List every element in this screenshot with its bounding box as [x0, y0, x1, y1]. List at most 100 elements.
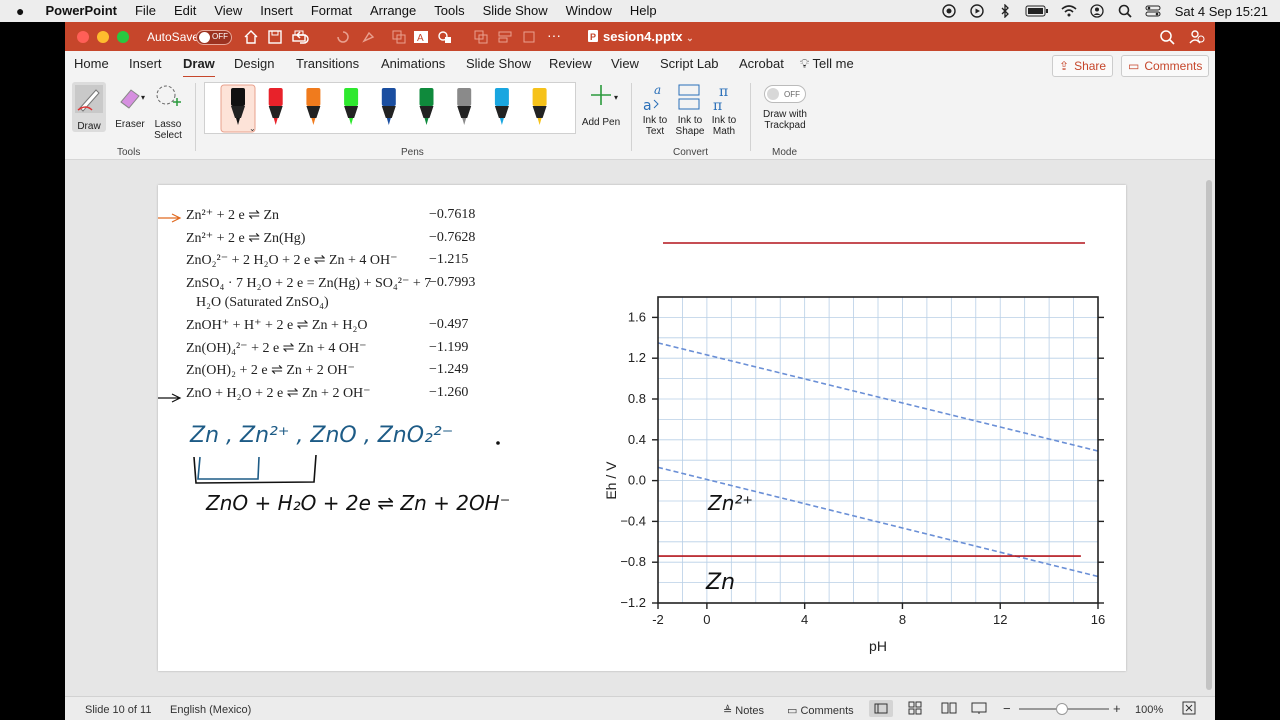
notes-button[interactable]: ≜ Notes: [723, 704, 764, 717]
tab-slide-show[interactable]: Slide Show: [466, 56, 531, 71]
zoom-out-button[interactable]: −: [1003, 701, 1011, 716]
ink-to-text-icon: aa: [643, 83, 661, 114]
tab-transitions[interactable]: Transitions: [296, 56, 359, 71]
redo-icon[interactable]: [335, 29, 351, 45]
play-icon[interactable]: [969, 3, 985, 19]
spotlight-search-icon[interactable]: [1117, 3, 1133, 19]
svg-text:A: A: [417, 33, 424, 44]
pen-swatch-5[interactable]: [419, 88, 434, 125]
zoom-level[interactable]: 100%: [1135, 704, 1163, 716]
language-indicator[interactable]: English (Mexico): [170, 704, 251, 716]
pen-swatch-2[interactable]: [306, 88, 321, 125]
tab-home[interactable]: Home: [74, 56, 109, 71]
rotate-icon[interactable]: [521, 29, 537, 45]
draw-with-trackpad-button[interactable]: OFF Draw with Trackpad: [759, 85, 811, 131]
status-comments-button[interactable]: ▭ Comments: [787, 704, 854, 717]
format-painter-icon[interactable]: [361, 29, 377, 45]
tab-script-lab[interactable]: Script Lab: [660, 56, 719, 71]
trackpad-label-1: Draw with: [763, 109, 807, 120]
ink-to-shape-icon: [678, 84, 700, 110]
draw-tool-button[interactable]: Draw: [72, 82, 106, 132]
menu-format[interactable]: Format: [302, 0, 361, 22]
more-commands-icon[interactable]: ···: [547, 27, 563, 43]
user-icon[interactable]: [1089, 3, 1105, 19]
menu-arrange[interactable]: Arrange: [361, 0, 425, 22]
pen-swatch-7[interactable]: [494, 88, 509, 125]
reading-view-button[interactable]: [941, 701, 957, 718]
comments-button[interactable]: ▭ Comments: [1121, 55, 1210, 77]
add-pen-button[interactable]: ▾ Add Pen: [580, 82, 622, 128]
trackpad-toggle[interactable]: OFF: [764, 85, 806, 103]
group-icon[interactable]: [391, 29, 407, 45]
menu-view[interactable]: View: [205, 0, 251, 22]
menu-help[interactable]: Help: [621, 0, 666, 22]
autosave-state: OFF: [212, 32, 228, 41]
ink-to-text-button[interactable]: aa Ink to Text: [639, 82, 671, 137]
lasso-icon: [156, 85, 181, 106]
ink-to-text-label-2: Text: [645, 126, 665, 137]
battery-icon[interactable]: [1025, 3, 1049, 19]
x-tick-label: 16: [1091, 612, 1105, 627]
tab-draw[interactable]: Draw: [183, 56, 215, 79]
pen-swatch-6[interactable]: [457, 88, 472, 125]
fit-slide-button[interactable]: [1182, 701, 1196, 718]
clock[interactable]: Sat 4 Sep 15:21: [1167, 4, 1280, 19]
lasso-select-button[interactable]: Lasso Select: [151, 82, 185, 141]
search-icon[interactable]: [1159, 29, 1175, 45]
zoom-slider-thumb[interactable]: [1056, 703, 1068, 715]
save-icon[interactable]: [267, 29, 283, 45]
pen-swatch-8[interactable]: [532, 88, 547, 125]
tab-acrobat[interactable]: Acrobat: [739, 56, 784, 71]
shapes-icon[interactable]: [437, 29, 453, 45]
ink-to-math-button[interactable]: ππ Ink to Math: [708, 82, 740, 137]
pen-swatch-1[interactable]: [268, 88, 283, 125]
menu-app-name[interactable]: PowerPoint: [36, 0, 126, 22]
bluetooth-icon[interactable]: [997, 3, 1013, 19]
eraser-button[interactable]: ▾ Eraser: [110, 82, 150, 130]
autosave-toggle[interactable]: OFF: [196, 30, 232, 45]
tab-design[interactable]: Design: [234, 56, 274, 71]
tell-me[interactable]: 💡︎ Tell me: [800, 56, 854, 72]
tab-animations[interactable]: Animations: [381, 56, 445, 71]
control-center-icon[interactable]: [1145, 3, 1161, 19]
screen-record-icon[interactable]: [941, 3, 957, 19]
pen-chevron-icon[interactable]: ⌄: [249, 124, 256, 133]
document-title[interactable]: Psesion4.pptx ⌄: [587, 29, 694, 44]
wifi-icon[interactable]: [1061, 3, 1077, 19]
menu-insert[interactable]: Insert: [251, 0, 302, 22]
x-tick-label: 4: [801, 612, 808, 627]
share-button[interactable]: ⇪ Share: [1052, 55, 1114, 77]
home-icon[interactable]: [243, 29, 259, 45]
menu-edit[interactable]: Edit: [165, 0, 205, 22]
arrange-icon[interactable]: [473, 29, 489, 45]
slide-sorter-button[interactable]: [908, 701, 922, 718]
menu-window[interactable]: Window: [557, 0, 621, 22]
pen-swatch-4[interactable]: [381, 88, 396, 125]
tab-insert[interactable]: Insert: [129, 56, 162, 71]
lightbulb-icon: 💡︎: [800, 56, 810, 71]
align-icon[interactable]: [497, 29, 513, 45]
zoom-window-icon[interactable]: [117, 31, 129, 43]
vertical-scrollbar[interactable]: [1206, 180, 1212, 690]
undo-icon[interactable]: [294, 29, 310, 45]
account-icon[interactable]: [1189, 29, 1205, 45]
slide[interactable]: Zn²⁺ + 2 e ⇌ Zn −0.7618 Zn²⁺ + 2 e ⇌ Zn(Hg…: [158, 185, 1126, 671]
ink-to-shape-button[interactable]: Ink to Shape: [673, 82, 707, 137]
minimize-window-icon[interactable]: [97, 31, 109, 43]
ink-to-math-label-1: Ink to: [711, 115, 737, 126]
tab-review[interactable]: Review: [549, 56, 592, 71]
notes-label: Notes: [735, 705, 765, 717]
normal-view-button[interactable]: [869, 700, 893, 717]
zoom-in-button[interactable]: +: [1113, 701, 1121, 716]
x-tick-label: 8: [899, 612, 906, 627]
menu-slide-show[interactable]: Slide Show: [474, 0, 557, 22]
pen-draw-icon: [75, 85, 103, 113]
menu-file[interactable]: File: [126, 0, 165, 22]
textbox-icon[interactable]: A: [413, 29, 429, 45]
pen-swatch-3[interactable]: [344, 88, 359, 125]
apple-icon[interactable]: ●: [0, 0, 36, 22]
slideshow-view-button[interactable]: [971, 701, 987, 718]
tab-view[interactable]: View: [611, 56, 639, 71]
close-window-icon[interactable]: [77, 31, 89, 43]
menu-tools[interactable]: Tools: [425, 0, 473, 22]
